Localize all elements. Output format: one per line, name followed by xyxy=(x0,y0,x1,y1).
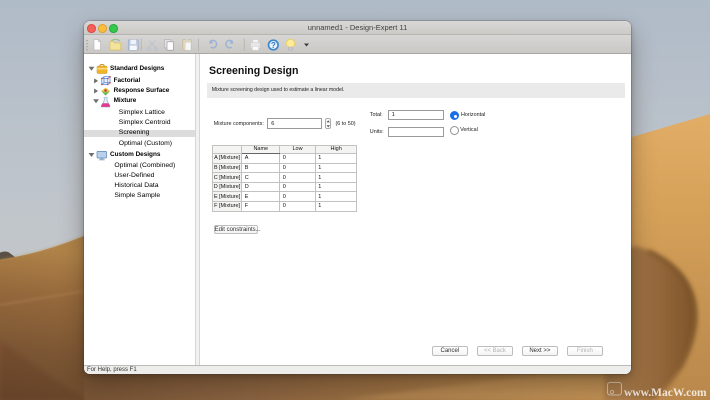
svg-text:?: ? xyxy=(271,40,276,49)
svg-text:www.MacW.com: www.MacW.com xyxy=(624,387,707,399)
